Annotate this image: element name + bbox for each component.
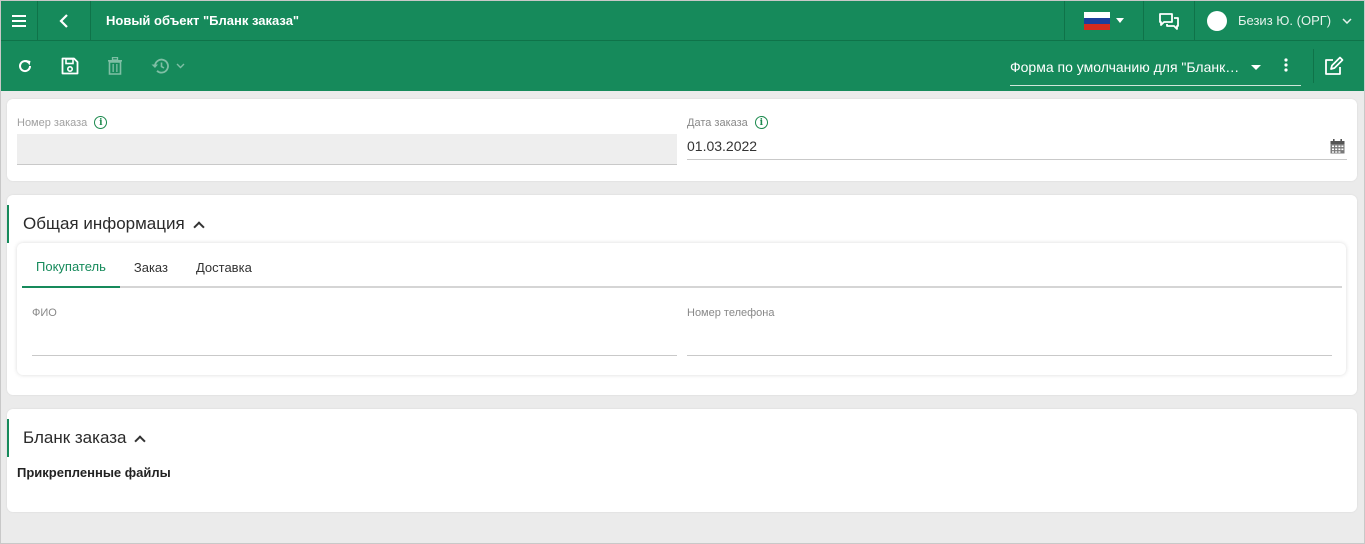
chat-icon bbox=[1159, 12, 1179, 30]
delete-button[interactable] bbox=[92, 41, 137, 91]
tab-bar: Покупатель Заказ Доставка bbox=[22, 243, 1342, 288]
trash-icon bbox=[107, 57, 122, 75]
russia-flag-icon bbox=[1084, 11, 1110, 30]
refresh-button[interactable] bbox=[2, 41, 47, 91]
fio-label: ФИО bbox=[32, 307, 57, 319]
form-selector-value: Форма по умолчанию для "Бланк заказа" bbox=[1010, 59, 1242, 75]
action-toolbar: Форма по умолчанию для "Бланк заказа" bbox=[1, 41, 1364, 91]
tab-buyer[interactable]: Покупатель bbox=[22, 243, 120, 288]
calendar-icon[interactable] bbox=[1330, 139, 1345, 154]
language-switcher[interactable] bbox=[1065, 0, 1144, 41]
chevron-down-icon bbox=[176, 63, 184, 69]
save-icon bbox=[61, 57, 78, 75]
section-title: Общая информация bbox=[23, 214, 185, 233]
more-vertical-icon bbox=[1284, 58, 1288, 72]
page-title: Новый объект "Бланк заказа" bbox=[91, 0, 1065, 41]
order-date-label-text: Дата заказа bbox=[687, 116, 748, 129]
menu-button[interactable] bbox=[1, 0, 38, 41]
section-title: Бланк заказа bbox=[23, 428, 127, 447]
user-name: Безиз Ю. (ОРГ) bbox=[1238, 13, 1332, 28]
edit-form-button[interactable] bbox=[1313, 49, 1353, 83]
history-icon bbox=[151, 58, 169, 74]
tab-delivery[interactable]: Доставка bbox=[182, 243, 266, 288]
chat-button[interactable] bbox=[1144, 0, 1195, 41]
user-menu[interactable]: Безиз Ю. (ОРГ) bbox=[1195, 1, 1364, 41]
top-bar: Новый объект "Бланк заказа" Безиз Ю. (ОР… bbox=[1, 0, 1364, 41]
info-icon[interactable]: i bbox=[94, 116, 108, 129]
phone-field[interactable] bbox=[687, 355, 1332, 356]
back-button[interactable] bbox=[38, 0, 91, 41]
chevron-left-icon bbox=[59, 13, 68, 28]
caret-down-icon bbox=[1116, 18, 1124, 23]
order-date-label: Дата заказа i bbox=[687, 116, 768, 129]
hamburger-icon bbox=[12, 14, 26, 27]
refresh-icon bbox=[18, 60, 31, 73]
chevron-up-icon bbox=[193, 220, 205, 233]
order-number-field bbox=[17, 134, 677, 165]
order-blank-header[interactable]: Бланк заказа bbox=[7, 419, 147, 457]
order-date-value: 01.03.2022 bbox=[687, 138, 758, 154]
save-button[interactable] bbox=[47, 41, 92, 91]
general-info-card: Общая информация Покупатель Заказ Достав… bbox=[7, 195, 1357, 395]
order-number-label-text: Номер заказа bbox=[17, 116, 88, 129]
form-selector[interactable]: Форма по умолчанию для "Бланк заказа" bbox=[1010, 49, 1301, 86]
more-options-button[interactable] bbox=[1276, 55, 1296, 75]
attachments-label: Прикрепленные файлы bbox=[17, 465, 171, 480]
fio-field[interactable] bbox=[32, 355, 677, 356]
chevron-down-icon bbox=[1342, 17, 1352, 24]
history-button[interactable] bbox=[137, 41, 197, 91]
order-header-card: Номер заказа i Дата заказа i 01.03.2022 bbox=[7, 99, 1357, 181]
edit-icon bbox=[1324, 56, 1343, 75]
chevron-up-icon bbox=[134, 434, 147, 447]
avatar bbox=[1207, 10, 1227, 31]
caret-down-icon bbox=[1251, 65, 1261, 70]
order-date-field[interactable]: 01.03.2022 bbox=[687, 134, 1347, 160]
info-icon[interactable]: i bbox=[754, 116, 768, 129]
tab-order[interactable]: Заказ bbox=[120, 243, 182, 288]
phone-label: Номер телефона bbox=[687, 307, 775, 319]
general-info-header[interactable]: Общая информация bbox=[7, 205, 205, 243]
order-number-label: Номер заказа i bbox=[17, 116, 108, 129]
order-blank-card: Бланк заказа Прикрепленные файлы bbox=[7, 409, 1357, 512]
tabs-panel: Покупатель Заказ Доставка ФИО Номер теле… bbox=[17, 243, 1346, 375]
